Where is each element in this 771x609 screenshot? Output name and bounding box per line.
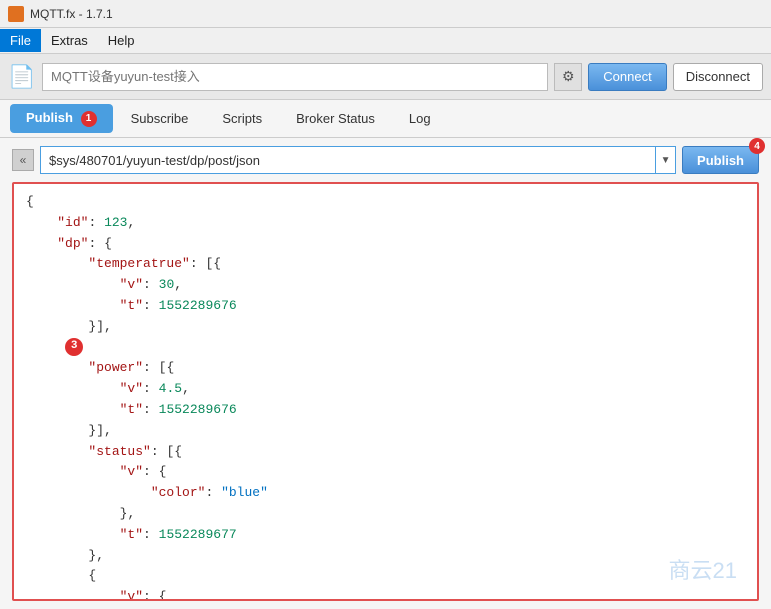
menu-help[interactable]: Help: [98, 29, 145, 52]
topic-input[interactable]: [40, 146, 656, 174]
collapse-button[interactable]: «: [12, 149, 34, 171]
tabs-bar: Publish 1 Subscribe Scripts Broker Statu…: [0, 100, 771, 138]
editor-badge: 3: [65, 338, 83, 356]
connection-input[interactable]: [42, 63, 548, 91]
tab-publish[interactable]: Publish 1: [10, 104, 113, 133]
menu-extras[interactable]: Extras: [41, 29, 98, 52]
title-bar: MQTT.fx - 1.7.1: [0, 0, 771, 28]
main-content: « ▼ Publish 4 { "id": 123, "dp": { "temp…: [0, 138, 771, 609]
topic-dropdown-button[interactable]: ▼: [656, 146, 676, 174]
disconnect-button[interactable]: Disconnect: [673, 63, 763, 91]
connect-button[interactable]: Connect: [588, 63, 666, 91]
settings-gear-button[interactable]: ⚙: [554, 63, 582, 91]
toolbar: 📄 ⚙ Connect Disconnect: [0, 54, 771, 100]
topic-bar: « ▼ Publish 4: [12, 146, 759, 174]
tab-subscribe[interactable]: Subscribe: [115, 105, 205, 132]
menu-file[interactable]: File: [0, 29, 41, 52]
message-editor[interactable]: { "id": 123, "dp": { "temperatrue": [{ "…: [12, 182, 759, 601]
tab-scripts[interactable]: Scripts: [206, 105, 278, 132]
menu-bar: File Extras Help: [0, 28, 771, 54]
tab-broker-status[interactable]: Broker Status: [280, 105, 391, 132]
app-icon: [8, 6, 24, 22]
publish-badge-num: 4: [749, 138, 765, 154]
publish-main-button[interactable]: Publish: [682, 146, 759, 174]
app-title: MQTT.fx - 1.7.1: [30, 7, 113, 21]
publish-badge: 1: [81, 111, 97, 127]
tab-log[interactable]: Log: [393, 105, 447, 132]
document-icon: 📄: [8, 60, 36, 94]
